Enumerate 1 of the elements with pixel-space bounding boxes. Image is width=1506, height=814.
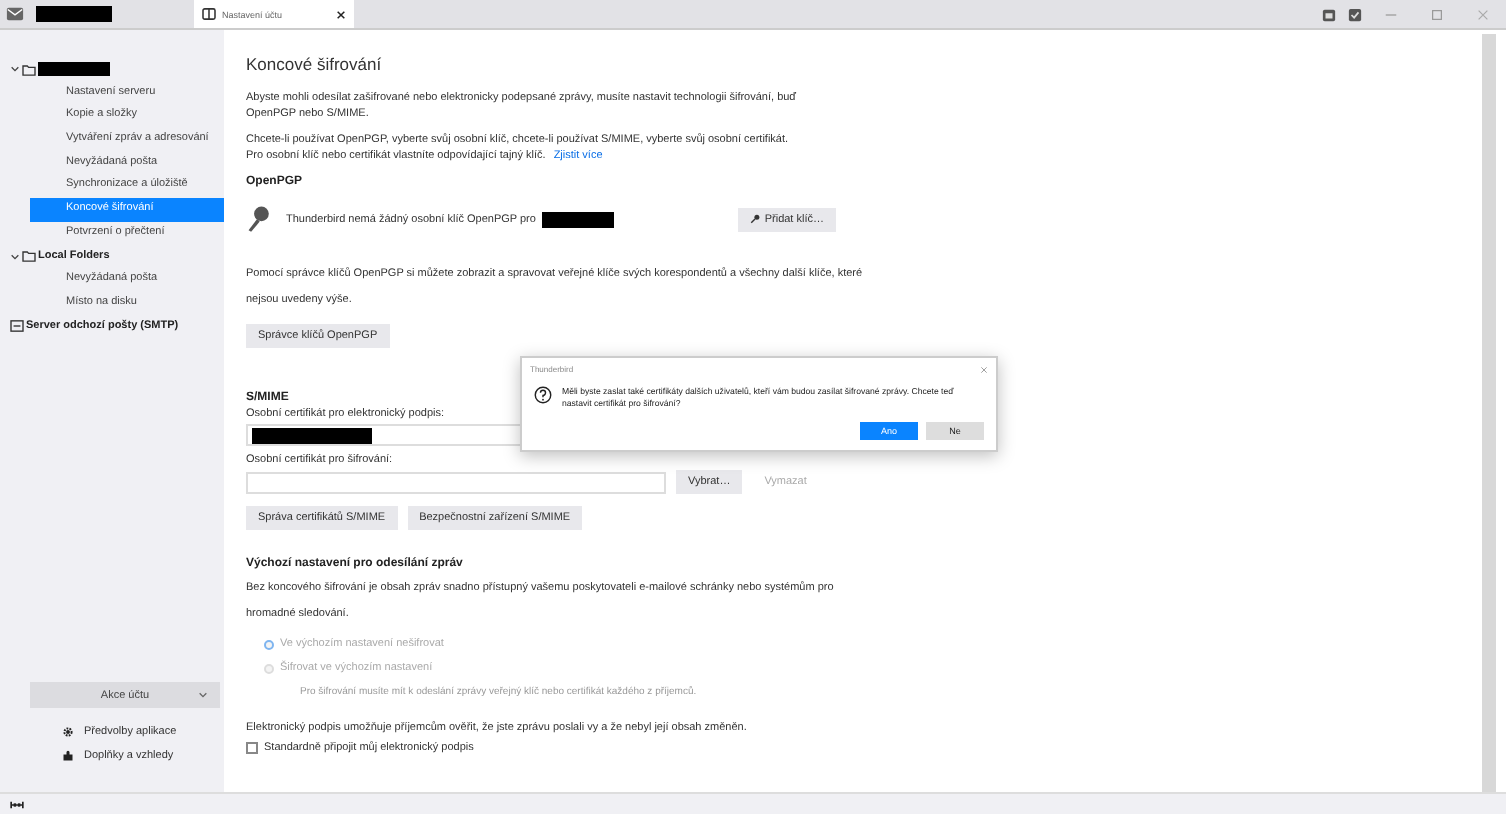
page-title: Koncové šifrování <box>246 54 384 74</box>
